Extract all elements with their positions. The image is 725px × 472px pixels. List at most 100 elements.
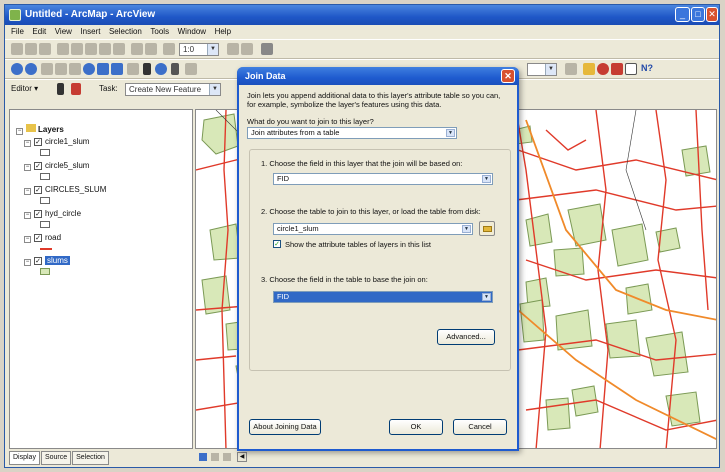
toc-layer-hyd-circle[interactable]: − ✓ hyd_circle bbox=[24, 209, 81, 219]
maximize-button[interactable]: □ bbox=[691, 7, 705, 22]
editor-toolbar-icon[interactable] bbox=[227, 43, 239, 55]
command-line-icon[interactable] bbox=[625, 63, 637, 75]
layer-visibility-checkbox[interactable]: ✓ bbox=[34, 186, 42, 194]
layer-visibility-checkbox[interactable]: ✓ bbox=[34, 210, 42, 218]
add-data-icon[interactable] bbox=[163, 43, 175, 55]
find-icon[interactable] bbox=[171, 63, 179, 75]
expand-icon[interactable]: − bbox=[24, 164, 31, 171]
open-folder-icon bbox=[483, 226, 492, 232]
join-field-select[interactable]: FID ▼ bbox=[273, 291, 493, 303]
advanced-button[interactable]: Advanced... bbox=[437, 329, 495, 345]
measure-icon[interactable] bbox=[185, 63, 197, 75]
about-joining-data-button[interactable]: About Joining Data bbox=[249, 419, 321, 435]
redo-icon[interactable] bbox=[145, 43, 157, 55]
minimize-button[interactable]: _ bbox=[675, 7, 690, 22]
open-icon[interactable] bbox=[25, 43, 37, 55]
layer-symbol[interactable] bbox=[40, 173, 50, 180]
fixed-zoom-in-icon[interactable] bbox=[41, 63, 53, 75]
undo-icon[interactable] bbox=[131, 43, 143, 55]
toc-layer-circles-slum[interactable]: − ✓ CIRCLES_SLUM bbox=[24, 185, 106, 195]
help-icon[interactable] bbox=[261, 43, 273, 55]
menu-tools[interactable]: Tools bbox=[150, 25, 169, 39]
cut-icon[interactable] bbox=[71, 43, 83, 55]
layers-root-label: Layers bbox=[38, 125, 64, 134]
expand-icon[interactable]: − bbox=[24, 236, 31, 243]
arctoolbox-icon[interactable] bbox=[241, 43, 253, 55]
data-view-icon[interactable] bbox=[199, 453, 207, 461]
identify-icon[interactable] bbox=[155, 63, 167, 75]
join-type-select[interactable]: Join attributes from a table ▼ bbox=[247, 127, 457, 139]
edit-tool-icon[interactable] bbox=[57, 83, 64, 95]
browse-table-button[interactable] bbox=[479, 221, 495, 236]
layer-combo[interactable]: ▼ bbox=[527, 63, 557, 76]
layer-symbol[interactable] bbox=[40, 221, 50, 228]
menu-insert[interactable]: Insert bbox=[80, 25, 100, 39]
save-icon[interactable] bbox=[39, 43, 51, 55]
tab-source[interactable]: Source bbox=[40, 451, 72, 465]
refresh-icon[interactable] bbox=[223, 453, 231, 461]
toc-layer-slums[interactable]: − ✓ slums bbox=[24, 256, 70, 266]
scroll-left-icon[interactable]: ◀ bbox=[237, 452, 247, 462]
menu-help[interactable]: Help bbox=[215, 25, 231, 39]
expand-icon[interactable]: − bbox=[24, 259, 31, 266]
layer-visibility-checkbox[interactable]: ✓ bbox=[34, 162, 42, 170]
whats-this-icon[interactable]: N? bbox=[641, 63, 653, 75]
sketch-tool-icon[interactable] bbox=[71, 83, 81, 95]
toc-layer-circle5-slum[interactable]: − ✓ circle5_slum bbox=[24, 161, 89, 171]
zoom-out-icon[interactable] bbox=[25, 63, 37, 75]
layer-symbol[interactable] bbox=[40, 149, 50, 156]
road-line-symbol[interactable] bbox=[40, 248, 52, 250]
show-attribute-tables-checkbox[interactable]: ✓ bbox=[273, 240, 281, 248]
delete-icon[interactable] bbox=[113, 43, 125, 55]
layer-field-select[interactable]: FID ▼ bbox=[273, 173, 493, 185]
graph-icon[interactable] bbox=[565, 63, 577, 75]
collapse-icon[interactable]: − bbox=[16, 128, 23, 135]
menu-selection[interactable]: Selection bbox=[109, 25, 142, 39]
editor-menu[interactable]: Editor ▾ bbox=[11, 84, 38, 93]
editor-sketch-icon[interactable] bbox=[583, 63, 595, 75]
toc-layer-circle1-slum[interactable]: − ✓ circle1_slum bbox=[24, 137, 89, 147]
back-extent-icon[interactable] bbox=[97, 63, 109, 75]
select-elements-arrow-icon[interactable] bbox=[143, 63, 151, 75]
select-features-icon[interactable] bbox=[127, 63, 139, 75]
toolbox-icon[interactable] bbox=[611, 63, 623, 75]
chevron-down-icon: ▼ bbox=[207, 44, 218, 55]
layer-symbol[interactable] bbox=[40, 268, 50, 275]
menu-view[interactable]: View bbox=[55, 25, 72, 39]
fixed-zoom-out-icon[interactable] bbox=[55, 63, 67, 75]
paste-icon[interactable] bbox=[99, 43, 111, 55]
close-button[interactable]: ✕ bbox=[706, 7, 718, 22]
dialog-close-button[interactable]: ✕ bbox=[501, 69, 515, 83]
join-table-select[interactable]: circle1_slum ▼ bbox=[273, 223, 473, 235]
tab-selection[interactable]: Selection bbox=[72, 451, 109, 465]
full-extent-icon[interactable] bbox=[83, 63, 95, 75]
copy-icon[interactable] bbox=[85, 43, 97, 55]
layers-root[interactable]: − Layers bbox=[16, 124, 64, 135]
pan-icon[interactable] bbox=[69, 63, 81, 75]
scale-combo[interactable]: 1:0 ▼ bbox=[179, 43, 219, 56]
cancel-button[interactable]: Cancel bbox=[453, 419, 507, 435]
layer-symbol[interactable] bbox=[40, 197, 50, 204]
toc-layer-road[interactable]: − ✓ road bbox=[24, 233, 61, 243]
layout-view-icon[interactable] bbox=[211, 453, 219, 461]
expand-icon[interactable]: − bbox=[24, 188, 31, 195]
layer-visibility-checkbox[interactable]: ✓ bbox=[34, 234, 42, 242]
layer-visibility-checkbox[interactable]: ✓ bbox=[34, 138, 42, 146]
layer-name: hyd_circle bbox=[45, 209, 82, 218]
expand-icon[interactable]: − bbox=[24, 140, 31, 147]
forward-extent-icon[interactable] bbox=[111, 63, 123, 75]
expand-icon[interactable]: − bbox=[24, 212, 31, 219]
model-builder-icon[interactable] bbox=[597, 63, 609, 75]
print-icon[interactable] bbox=[57, 43, 69, 55]
layer-visibility-checkbox[interactable]: ✓ bbox=[34, 257, 42, 265]
task-combo[interactable]: Create New Feature ▼ bbox=[125, 83, 221, 96]
menu-edit[interactable]: Edit bbox=[32, 25, 46, 39]
ok-button[interactable]: OK bbox=[389, 419, 443, 435]
menu-file[interactable]: File bbox=[11, 25, 24, 39]
menu-window[interactable]: Window bbox=[178, 25, 206, 39]
tab-display[interactable]: Display bbox=[9, 451, 40, 465]
new-doc-icon[interactable] bbox=[11, 43, 23, 55]
dialog-title-bar[interactable]: Join Data ✕ bbox=[237, 67, 519, 85]
title-bar[interactable]: Untitled - ArcMap - ArcView _ □ ✕ bbox=[5, 5, 719, 25]
zoom-in-icon[interactable] bbox=[11, 63, 23, 75]
